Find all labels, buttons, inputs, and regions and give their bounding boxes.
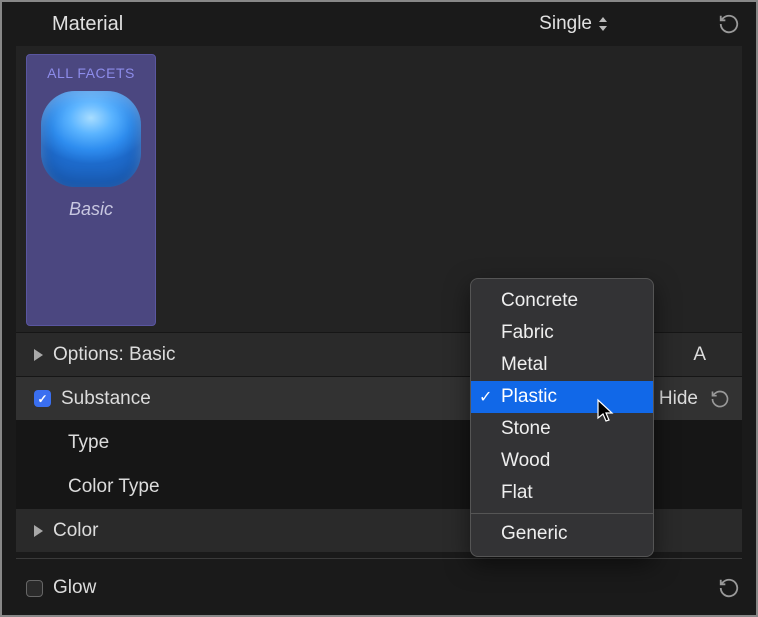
facet-title: ALL FACETS — [47, 65, 135, 81]
dropdown-item-label: Metal — [501, 354, 547, 376]
dropdown-item-label: Stone — [501, 418, 551, 440]
dropdown-item-flat[interactable]: Flat — [471, 477, 653, 509]
check-icon: ✓ — [479, 387, 492, 407]
options-action-partial: A — [693, 344, 706, 366]
substance-hide-button[interactable]: Hide — [659, 388, 698, 410]
dropdown-item-generic[interactable]: Generic — [471, 518, 653, 550]
material-mode-select[interactable]: Single — [539, 13, 608, 35]
dropdown-item-stone[interactable]: Stone — [471, 413, 653, 445]
material-header-label: Material — [52, 13, 539, 36]
dropdown-item-label: Wood — [501, 450, 550, 472]
updown-icon — [598, 17, 608, 31]
dropdown-item-metal[interactable]: Metal — [471, 349, 653, 381]
dropdown-item-plastic[interactable]: ✓ Plastic — [471, 381, 653, 413]
dropdown-divider — [471, 513, 653, 514]
facet-card[interactable]: ALL FACETS Basic — [26, 54, 156, 326]
dropdown-item-label: Generic — [501, 523, 568, 545]
dropdown-item-wood[interactable]: Wood — [471, 445, 653, 477]
material-orb-preview — [41, 91, 141, 187]
dropdown-item-concrete[interactable]: Concrete — [471, 285, 653, 317]
reset-icon[interactable] — [710, 389, 730, 409]
dropdown-item-label: Plastic — [501, 386, 557, 408]
dropdown-item-label: Fabric — [501, 322, 554, 344]
glow-row[interactable]: Glow — [2, 565, 756, 611]
reset-icon[interactable] — [718, 577, 740, 599]
material-mode-value: Single — [539, 13, 592, 35]
dropdown-item-fabric[interactable]: Fabric — [471, 317, 653, 349]
substance-checkbox[interactable] — [34, 390, 51, 407]
section-divider — [16, 558, 742, 559]
material-name-label: Basic — [69, 199, 113, 220]
glow-checkbox[interactable] — [26, 580, 43, 597]
disclosure-triangle-icon — [34, 525, 43, 537]
substance-dropdown[interactable]: Concrete Fabric Metal ✓ Plastic Stone Wood Flat… — [470, 278, 654, 557]
reset-icon[interactable] — [718, 13, 740, 35]
dropdown-item-label: Concrete — [501, 290, 578, 312]
disclosure-triangle-icon — [34, 349, 43, 361]
dropdown-item-label: Flat — [501, 482, 533, 504]
glow-label: Glow — [53, 577, 718, 599]
